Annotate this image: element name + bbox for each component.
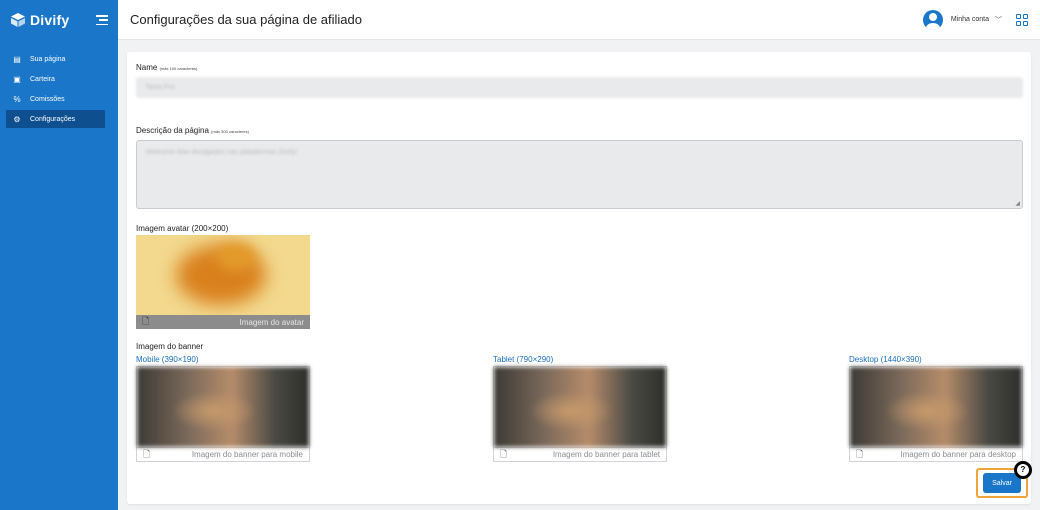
banner-desktop-image [850,367,1022,447]
percent-icon: % [13,94,21,104]
sidebar-item-label: Configurações [30,115,76,123]
banner-tablet-upload[interactable]: 🗋 Imagem do banner para tablet [493,366,667,462]
avatar-upload[interactable]: 🗋 Imagem do avatar [136,235,310,329]
account-label: Minha conta [950,16,989,23]
banner-desktop-upload-bar[interactable]: 🗋 Imagem do banner para desktop [850,447,1022,461]
banner-mobile-image [137,367,309,447]
avatar-image [136,235,310,315]
affiliate-settings-form: Name (máx 100 caracteres) Tania Pro Desc… [127,52,1032,504]
account-menu[interactable]: Minha conta ﹀ [922,9,1002,30]
file-icon: 🗋 [142,316,150,326]
sidebar: Divify ▤ Sua página ▣ Carteira % Comissõ… [0,0,118,510]
divify-logo-icon [11,13,25,27]
file-icon: 🗋 [500,448,508,459]
description-field[interactable]: Welcome Aliw divulgados nas plataformas … [136,140,1023,209]
file-icon: 🗋 [856,448,864,459]
top-header: Configurações da sua página de afiliado … [118,0,1040,40]
banner-mobile-label[interactable]: Mobile (390×190) [136,355,198,364]
banner-desktop-upload[interactable]: 🗋 Imagem do banner para desktop [849,366,1023,462]
name-field[interactable]: Tania Pro [136,77,1023,98]
sidebar-item-sua-pagina[interactable]: ▤ Sua página [0,50,118,68]
gear-icon: ⚙ [13,114,21,124]
sidebar-item-label: Carteira [30,75,55,83]
description-label: Descrição da página (máx 300 caracteres) [136,126,249,135]
brand-name: Divify [30,12,70,28]
sidebar-item-configuracoes[interactable]: ⚙ Configurações [6,110,105,128]
sidebar-item-carteira[interactable]: ▣ Carteira [0,70,118,88]
page-title: Configurações da sua página de afiliado [130,12,363,27]
name-label-text: Name [136,63,158,72]
name-hint: (máx 100 caracteres) [159,66,198,71]
banner-mobile-upload-bar[interactable]: 🗋 Imagem do banner para mobile [137,447,309,461]
banner-desktop-upload-text: Imagem do banner para desktop [900,450,1016,459]
banner-mobile-upload[interactable]: 🗋 Imagem do banner para mobile [136,366,310,462]
sidebar-item-comissoes[interactable]: % Comissões [0,90,118,108]
description-value: Welcome Aliw divulgados nas plataformas … [146,149,298,156]
banner-tablet-upload-bar[interactable]: 🗋 Imagem do banner para tablet [494,447,666,461]
avatar-upload-text: Imagem do avatar [239,317,304,327]
description-hint: (máx 300 caracteres) [211,129,249,134]
banner-tablet-upload-text: Imagem do banner para tablet [552,450,660,459]
resize-handle-icon[interactable]: ◢ [1015,200,1020,207]
banner-desktop-label[interactable]: Desktop (1440×390) [849,355,922,364]
brand: Divify [0,0,118,40]
book-icon: ▤ [13,54,21,64]
description-label-text: Descrição da página [136,126,209,135]
avatar-upload-bar[interactable]: 🗋 Imagem do avatar [136,315,310,329]
sidebar-item-label: Sua página [30,55,66,63]
banner-mobile-upload-text: Imagem do banner para mobile [191,450,303,459]
chevron-down-icon: ﹀ [995,16,1002,24]
banner-label: Imagem do banner [136,342,204,351]
sidebar-item-label: Comissões [30,95,65,103]
menu-toggle-icon[interactable] [96,15,108,25]
cursor-marker-icon: ? [1014,461,1032,479]
avatar [922,9,943,30]
banner-tablet-label[interactable]: Tablet (790×290) [493,355,553,364]
name-label: Name (máx 100 caracteres) [136,63,197,72]
banner-tablet-image [494,367,666,447]
wallet-icon: ▣ [13,74,21,84]
avatar-label: Imagem avatar (200×200) [136,224,229,233]
sidebar-nav: ▤ Sua página ▣ Carteira % Comissões ⚙ Co… [0,50,118,128]
file-icon: 🗋 [143,448,151,459]
apps-grid-icon[interactable] [1016,13,1028,26]
